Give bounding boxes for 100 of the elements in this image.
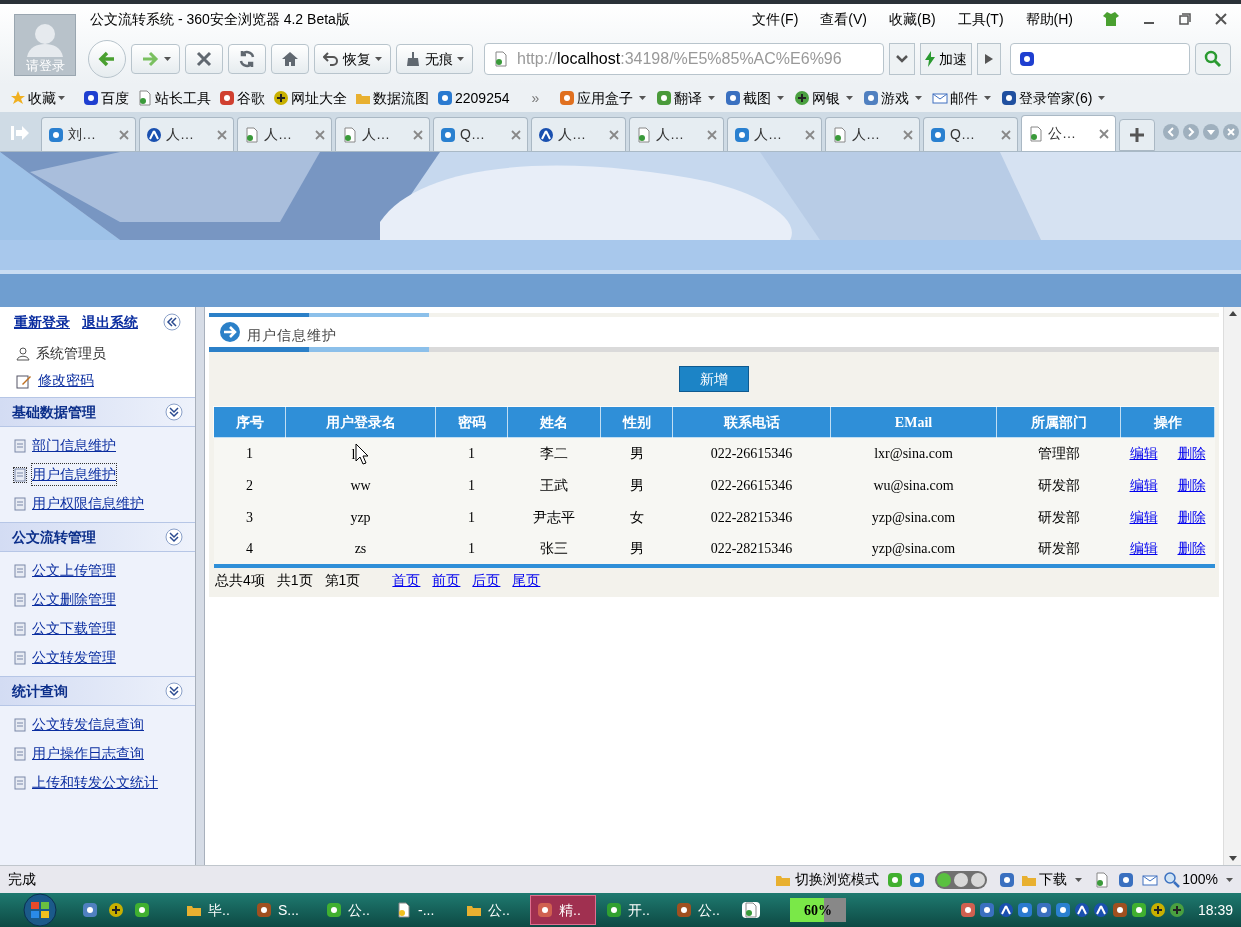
- search-button[interactable]: [1195, 43, 1231, 75]
- tab-list-icon[interactable]: [1202, 123, 1220, 141]
- forward-arrow-button[interactable]: [131, 44, 180, 74]
- home-button[interactable]: [271, 44, 309, 74]
- close-icon[interactable]: [1099, 128, 1109, 139]
- pager-link[interactable]: 后页: [472, 569, 501, 591]
- bookmark-item[interactable]: 百度: [83, 87, 129, 109]
- speedup-button[interactable]: 加速: [920, 43, 972, 75]
- close-tabs-icon[interactable]: [1222, 123, 1240, 141]
- menu-item[interactable]: 收藏(B): [889, 8, 936, 30]
- sidebar-menu-item[interactable]: 用户权限信息维护: [32, 493, 144, 514]
- toolbar-item[interactable]: 网银: [794, 87, 854, 109]
- taskbar-item[interactable]: 公..: [460, 895, 526, 925]
- sidebar-menu-item[interactable]: 用户信息维护: [32, 464, 116, 485]
- close-button[interactable]: [185, 44, 223, 74]
- sidebar-menu-item[interactable]: 公文上传管理: [32, 560, 116, 581]
- sidebar-menu-item[interactable]: 用户操作日志查询: [32, 743, 144, 764]
- menu-item[interactable]: 查看(V): [820, 8, 867, 30]
- menu-item[interactable]: 文件(F): [752, 8, 799, 30]
- restore-icon[interactable]: [1179, 13, 1191, 25]
- table-action-link[interactable]: 编辑: [1129, 475, 1158, 496]
- menu-item[interactable]: 帮助(H): [1025, 8, 1073, 30]
- table-action-link[interactable]: 删除: [1177, 538, 1206, 559]
- traffic-light-icon[interactable]: [935, 870, 988, 889]
- close-icon[interactable]: [1215, 13, 1227, 25]
- download-button[interactable]: 下载: [1039, 869, 1068, 890]
- incognito-button[interactable]: 无痕: [396, 44, 473, 74]
- taskbar-item[interactable]: -...: [390, 895, 456, 925]
- sidebar-menu-item[interactable]: 公文下载管理: [32, 618, 116, 639]
- shirt-icon[interactable]: [1103, 12, 1119, 26]
- taskbar-item[interactable]: 公..: [320, 895, 386, 925]
- bookmark-item[interactable]: 站长工具: [137, 87, 211, 109]
- more-chevron[interactable]: »: [531, 87, 540, 109]
- browse-mode-toggle[interactable]: 切换浏览模式: [795, 869, 880, 890]
- sidebar-menu-item[interactable]: 部门信息维护: [32, 435, 116, 456]
- address-bar[interactable]: http://localhost:34198/%E5%85%AC%E6%96: [484, 43, 884, 75]
- scroll-down-icon[interactable]: [1228, 856, 1237, 861]
- bookmark-item[interactable]: 谷歌: [219, 87, 265, 109]
- menu-group-header[interactable]: 公文流转管理: [0, 522, 195, 552]
- toolbar-item[interactable]: 登录管家(6): [1001, 87, 1106, 109]
- search-field[interactable]: [1010, 43, 1190, 75]
- table-action-link[interactable]: 编辑: [1129, 507, 1158, 528]
- taskbar-item[interactable]: 毕..: [180, 895, 246, 925]
- toolbar-item[interactable]: 截图: [725, 87, 785, 109]
- collapse-icon[interactable]: [163, 313, 181, 331]
- tab-scroll-right-icon[interactable]: [1182, 123, 1200, 141]
- bookmark-item[interactable]: 数据流图: [355, 87, 429, 109]
- pager-link[interactable]: 前页: [432, 569, 461, 591]
- browser-tab[interactable]: 刘…: [41, 117, 136, 151]
- pager-link[interactable]: 首页: [392, 569, 421, 591]
- zoom-level[interactable]: 100%: [1182, 869, 1218, 890]
- toolbar-item[interactable]: 应用盒子: [559, 87, 647, 109]
- table-cell: 1: [213, 437, 286, 470]
- menu-group-header[interactable]: 统计查询: [0, 676, 195, 706]
- table-action-link[interactable]: 删除: [1177, 507, 1206, 528]
- bookmark-item[interactable]: 网址大全: [273, 87, 347, 109]
- change-password-link[interactable]: 修改密码: [38, 370, 94, 391]
- new-tab-button[interactable]: [1119, 119, 1155, 151]
- back-arrow-button[interactable]: [88, 40, 126, 78]
- taskbar-item[interactable]: 精..: [530, 895, 596, 925]
- toolbar-item[interactable]: 游戏: [863, 87, 923, 109]
- browser-tab[interactable]: 人…: [825, 117, 920, 151]
- sidebar-link[interactable]: 重新登录: [14, 311, 70, 333]
- restore-button[interactable]: 恢复: [314, 44, 391, 74]
- taskbar-item[interactable]: 公..: [670, 895, 736, 925]
- table-action-link[interactable]: 编辑: [1129, 538, 1158, 559]
- scroll-up-icon[interactable]: [1228, 311, 1237, 316]
- taskbar-item[interactable]: S...: [250, 895, 316, 925]
- menu-group-header[interactable]: 基础数据管理: [0, 397, 195, 427]
- sidebar-menu-item[interactable]: 公文转发管理: [32, 647, 116, 668]
- browser-tab[interactable]: Q…: [923, 117, 1018, 151]
- browser-tab[interactable]: 人…: [237, 117, 332, 151]
- scrollbar[interactable]: [1223, 307, 1241, 865]
- dropdown-button[interactable]: [889, 43, 915, 75]
- tab-scroll-left-icon[interactable]: [1162, 123, 1180, 141]
- bookmark-item[interactable]: 收藏: [10, 87, 65, 109]
- browser-tab[interactable]: 人…: [727, 117, 822, 151]
- sidebar-link[interactable]: 退出系统: [82, 311, 138, 333]
- browser-tab[interactable]: 人…: [335, 117, 430, 151]
- sidebar-menu-item[interactable]: 公文删除管理: [32, 589, 116, 610]
- taskbar-item[interactable]: 开..: [600, 895, 666, 925]
- table-action-link[interactable]: 删除: [1177, 443, 1206, 465]
- add-button[interactable]: 新增: [679, 366, 749, 392]
- browser-tab[interactable]: Q…: [433, 117, 528, 151]
- toolbar-item[interactable]: 邮件: [932, 87, 992, 109]
- table-action-link[interactable]: 删除: [1177, 475, 1206, 496]
- refresh-button[interactable]: [228, 44, 266, 74]
- bookmark-item[interactable]: 2209254: [437, 87, 510, 109]
- table-action-link[interactable]: 编辑: [1129, 443, 1158, 465]
- browser-tab[interactable]: 人…: [139, 117, 234, 151]
- toolbar-item[interactable]: 翻译: [656, 87, 716, 109]
- pager-link[interactable]: 尾页: [512, 569, 541, 591]
- sidebar-menu-item[interactable]: 公文转发信息查询: [32, 714, 144, 735]
- play-button[interactable]: [977, 43, 1001, 75]
- menu-item[interactable]: 工具(T): [957, 8, 1004, 30]
- browser-tab[interactable]: 公…: [1021, 115, 1116, 151]
- browser-tab[interactable]: 人…: [629, 117, 724, 151]
- sidebar-menu-item[interactable]: 上传和转发公文统计: [32, 772, 158, 793]
- sidebar-toggle-icon[interactable]: [10, 125, 30, 141]
- browser-tab[interactable]: 人…: [531, 117, 626, 151]
